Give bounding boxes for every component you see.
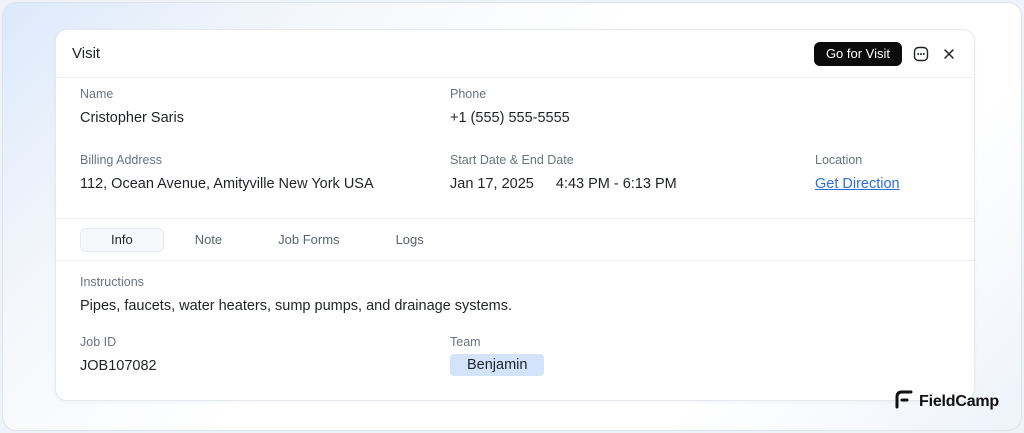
dialog-title: Visit: [72, 45, 101, 62]
phone-value: +1 (555) 555-5555: [450, 110, 570, 126]
instructions-field: Instructions Pipes, faucets, water heate…: [80, 275, 512, 314]
job-id-field: Job ID JOB107082: [80, 335, 157, 374]
location-label: Location: [815, 153, 863, 167]
job-id-label: Job ID: [80, 335, 117, 349]
brand-name: FieldCamp: [919, 392, 999, 410]
get-direction-link[interactable]: Get Direction: [815, 176, 900, 192]
dates-label: Start Date & End Date: [450, 153, 574, 167]
instructions-label: Instructions: [80, 275, 144, 289]
name-value: Cristopher Saris: [80, 110, 184, 126]
team-field: Team Benjamin: [450, 335, 545, 376]
tab-logs[interactable]: Logs: [371, 228, 449, 252]
tab-job-forms[interactable]: Job Forms: [253, 228, 364, 252]
close-icon[interactable]: [940, 45, 958, 63]
instructions-value: Pipes, faucets, water heaters, sump pump…: [80, 298, 512, 314]
visit-details: Name Cristopher Saris Phone +1 (555) 555…: [56, 78, 974, 219]
go-for-visit-button[interactable]: Go for Visit: [813, 41, 902, 66]
date-value: Jan 17, 2025: [450, 176, 534, 192]
name-label: Name: [80, 87, 114, 101]
tab-bar: Info Note Job Forms Logs: [56, 219, 974, 261]
billing-address-label: Billing Address: [80, 153, 162, 167]
billing-address-field: Billing Address 112, Ocean Avenue, Amity…: [80, 153, 374, 192]
tab-note[interactable]: Note: [170, 228, 247, 252]
info-panel: Instructions Pipes, faucets, water heate…: [56, 261, 974, 400]
team-label: Team: [450, 335, 481, 349]
more-dots-icon[interactable]: [912, 45, 930, 63]
location-field: Location Get Direction: [815, 153, 900, 193]
fieldcamp-logo-icon: [895, 389, 913, 414]
name-field: Name Cristopher Saris: [80, 87, 184, 126]
visit-dialog: Visit Go for Visit Name Cristopher Saris…: [55, 29, 975, 401]
phone-label: Phone: [450, 87, 487, 101]
time-value: 4:43 PM - 6:13 PM: [555, 176, 677, 192]
brand-logo: FieldCamp: [895, 389, 999, 414]
dates-field: Start Date & End Date Jan 17, 2025 4:43 P…: [450, 153, 677, 192]
dialog-header: Visit Go for Visit: [56, 30, 974, 78]
job-id-value: JOB107082: [80, 358, 157, 374]
header-actions: Go for Visit: [813, 41, 958, 66]
page-frame: Visit Go for Visit Name Cristopher Saris…: [2, 2, 1022, 431]
dates-value: Jan 17, 2025 4:43 PM - 6:13 PM: [450, 176, 677, 192]
billing-address-value: 112, Ocean Avenue, Amityville New York U…: [80, 176, 374, 192]
phone-field: Phone +1 (555) 555-5555: [450, 87, 570, 126]
team-badge: Benjamin: [450, 354, 545, 376]
tab-info[interactable]: Info: [80, 227, 164, 252]
